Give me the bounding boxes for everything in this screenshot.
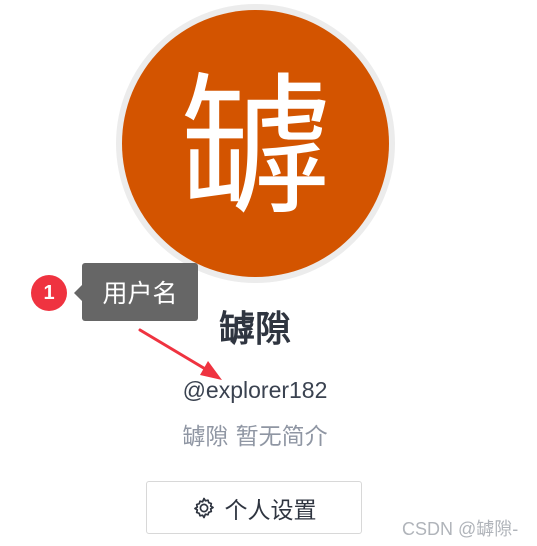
tour-step-badge: 1 (31, 275, 67, 311)
tooltip-pointer (74, 285, 82, 301)
gear-icon (192, 496, 216, 520)
personal-settings-label: 个人设置 (224, 497, 317, 524)
username: @explorer182 (182, 377, 328, 403)
tour-step-number: 1 (43, 281, 55, 304)
personal-settings-button[interactable]: 个人设置 (146, 481, 362, 534)
user-profile-card: 罅 1 用户名 罅隙 @explorer182 罅隙 暂无简介 个人设置 CSD… (0, 0, 537, 546)
watermark: CSDN @罅隙- (402, 519, 519, 539)
username-tooltip-label: 用户名 (102, 279, 178, 308)
profile-bio: 罅隙 暂无简介 (182, 424, 328, 450)
avatar-text: 罅 (179, 58, 332, 236)
display-name: 罅隙 (218, 309, 291, 350)
avatar[interactable]: 罅 (122, 10, 389, 277)
